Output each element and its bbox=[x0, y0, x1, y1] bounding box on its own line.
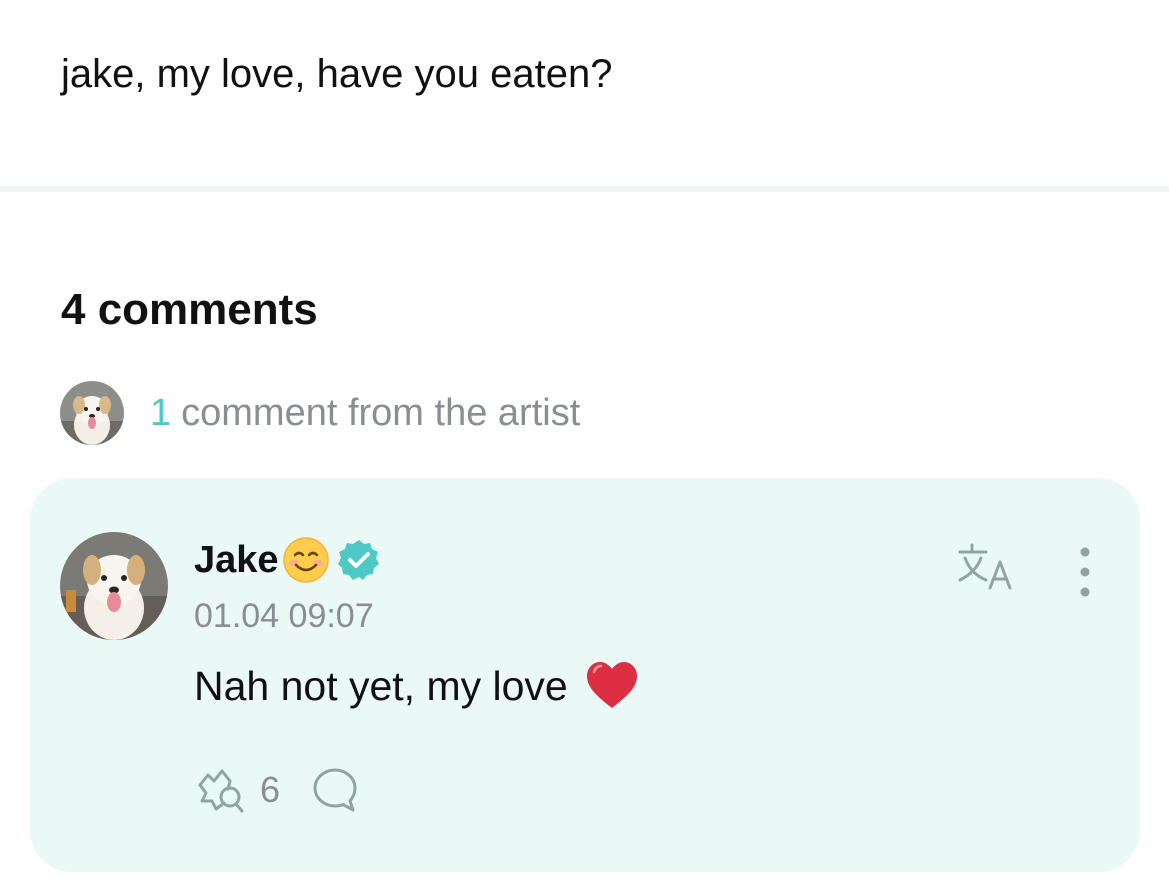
artist-comments-link[interactable]: 1 comment from the artist bbox=[60, 381, 580, 445]
like-count: 6 bbox=[260, 769, 281, 810]
artist-avatar bbox=[60, 381, 124, 445]
red-heart-emoji-icon bbox=[586, 662, 637, 708]
artist-comment-card: Jake 01.04 09:07 Nah not yet, my love 6 bbox=[30, 478, 1140, 872]
like-icon[interactable] bbox=[192, 763, 246, 817]
comments-count-heading: 4 comments bbox=[61, 285, 318, 334]
section-divider bbox=[0, 186, 1169, 192]
translate-icon[interactable] bbox=[956, 542, 1020, 594]
smiling-face-emoji-icon bbox=[282, 537, 329, 583]
artist-comment-label: comment from the artist bbox=[181, 392, 581, 434]
dog-avatar-icon bbox=[60, 532, 168, 640]
comment-timestamp: 01.04 09:07 bbox=[194, 597, 374, 635]
comment-author-name[interactable]: Jake bbox=[194, 534, 279, 586]
comment-header: Jake bbox=[194, 534, 381, 586]
verified-badge-icon bbox=[337, 540, 379, 580]
artist-comment-count: 1 bbox=[150, 392, 172, 434]
comment-text: Nah not yet, my love bbox=[194, 663, 568, 709]
dog-avatar-icon bbox=[60, 381, 124, 445]
comment-author-avatar[interactable] bbox=[60, 532, 168, 640]
artist-comments-text: 1 comment from the artist bbox=[150, 381, 580, 445]
post-text: jake, my love, have you eaten? bbox=[61, 52, 613, 96]
reply-bubble-icon[interactable] bbox=[310, 765, 360, 815]
comment-body: Nah not yet, my love bbox=[194, 656, 640, 716]
comment-actions: 6 bbox=[192, 764, 360, 816]
more-vertical-icon[interactable] bbox=[1070, 542, 1100, 602]
